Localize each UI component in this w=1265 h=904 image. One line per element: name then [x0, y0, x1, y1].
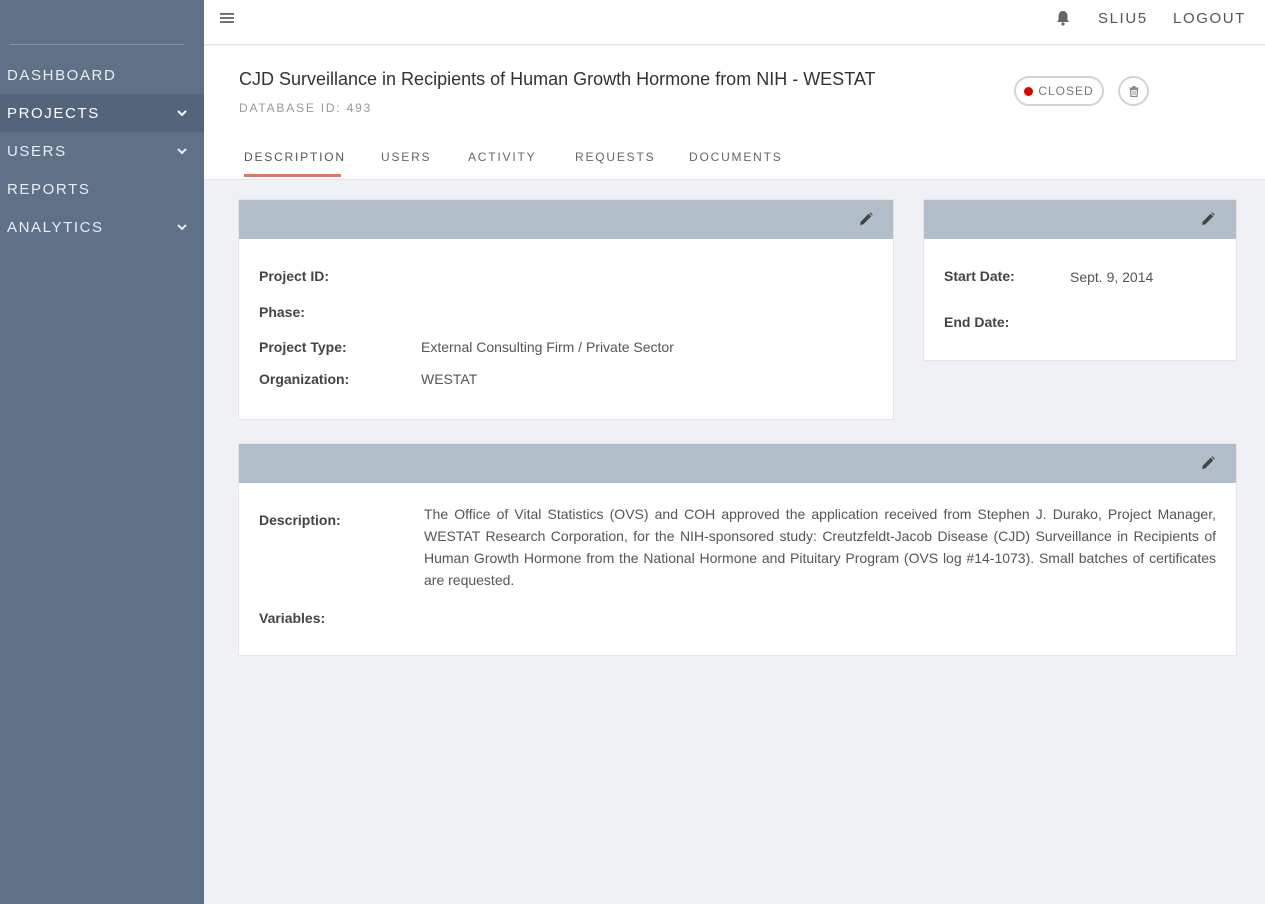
- delete-button[interactable]: [1118, 76, 1149, 106]
- topbar: SLIU5 LOGOUT: [204, 0, 1265, 45]
- database-id: DATABASE ID: 493: [239, 101, 373, 115]
- sidebar-item-projects[interactable]: PROJECTS: [0, 94, 204, 132]
- status-badge: CLOSED: [1014, 76, 1104, 106]
- pencil-icon[interactable]: [859, 212, 873, 226]
- tab-description[interactable]: DESCRIPTION: [244, 150, 346, 164]
- chevron-down-icon: [177, 224, 187, 231]
- project-id-label: Project ID:: [259, 268, 330, 284]
- chevron-down-icon: [177, 110, 187, 117]
- tab-activity[interactable]: ACTIVITY: [468, 150, 536, 164]
- logout-link[interactable]: LOGOUT: [1173, 10, 1246, 27]
- description-label: Description:: [259, 512, 341, 528]
- chevron-down-icon: [177, 148, 187, 155]
- start-date-value: Sept. 9, 2014: [1070, 269, 1154, 285]
- pencil-icon[interactable]: [1201, 212, 1215, 226]
- sidebar-item-reports[interactable]: REPORTS: [0, 170, 204, 208]
- sidebar-item-dashboard[interactable]: DASHBOARD: [0, 56, 204, 94]
- sidebar-item-label: USERS: [7, 142, 67, 160]
- variables-label: Variables:: [259, 610, 326, 626]
- pencil-icon[interactable]: [1201, 456, 1215, 470]
- user-menu-link[interactable]: SLIU5: [1098, 10, 1148, 27]
- hamburger-icon[interactable]: [220, 11, 234, 25]
- card-header: [239, 444, 1236, 483]
- project-type-label: Project Type:: [259, 339, 347, 355]
- active-tab-indicator: [244, 174, 341, 177]
- sidebar-item-label: PROJECTS: [7, 104, 100, 122]
- organization-value: WESTAT: [421, 371, 478, 387]
- organization-label: Organization:: [259, 371, 350, 387]
- sidebar-item-label: DASHBOARD: [7, 66, 117, 84]
- trash-icon: [1129, 85, 1138, 97]
- sidebar-item-analytics[interactable]: ANALYTICS: [0, 208, 204, 246]
- sidebar-item-users[interactable]: USERS: [0, 132, 204, 170]
- project-dates-card: Start Date: Sept. 9, 2014 End Date:: [923, 199, 1237, 361]
- project-header: CJD Surveillance in Recipients of Human …: [204, 46, 1265, 180]
- phase-label: Phase:: [259, 304, 305, 320]
- sidebar-item-label: REPORTS: [7, 180, 91, 198]
- card-header: [924, 200, 1236, 239]
- description-value: The Office of Vital Statistics (OVS) and…: [424, 506, 1216, 588]
- tab-documents[interactable]: DOCUMENTS: [689, 150, 783, 164]
- bell-icon[interactable]: [1056, 10, 1070, 26]
- page-title: CJD Surveillance in Recipients of Human …: [239, 69, 876, 89]
- sidebar: DASHBOARD PROJECTS USERS REPORTS ANALYTI…: [0, 0, 204, 904]
- project-type-value: External Consulting Firm / Private Secto…: [421, 339, 674, 355]
- card-header: [239, 200, 893, 239]
- tab-requests[interactable]: REQUESTS: [575, 150, 655, 164]
- status-dot-icon: [1024, 86, 1034, 96]
- sidebar-item-label: ANALYTICS: [7, 218, 104, 236]
- sidebar-divider: [10, 44, 184, 45]
- project-description-card: Description: The Office of Vital Statist…: [238, 443, 1237, 656]
- tab-users[interactable]: USERS: [381, 150, 431, 164]
- start-date-label: Start Date:: [944, 268, 1015, 284]
- end-date-label: End Date:: [944, 314, 1010, 330]
- project-details-card: Project ID: Phase: Project Type: Externa…: [238, 199, 894, 420]
- status-label: CLOSED: [1038, 84, 1094, 98]
